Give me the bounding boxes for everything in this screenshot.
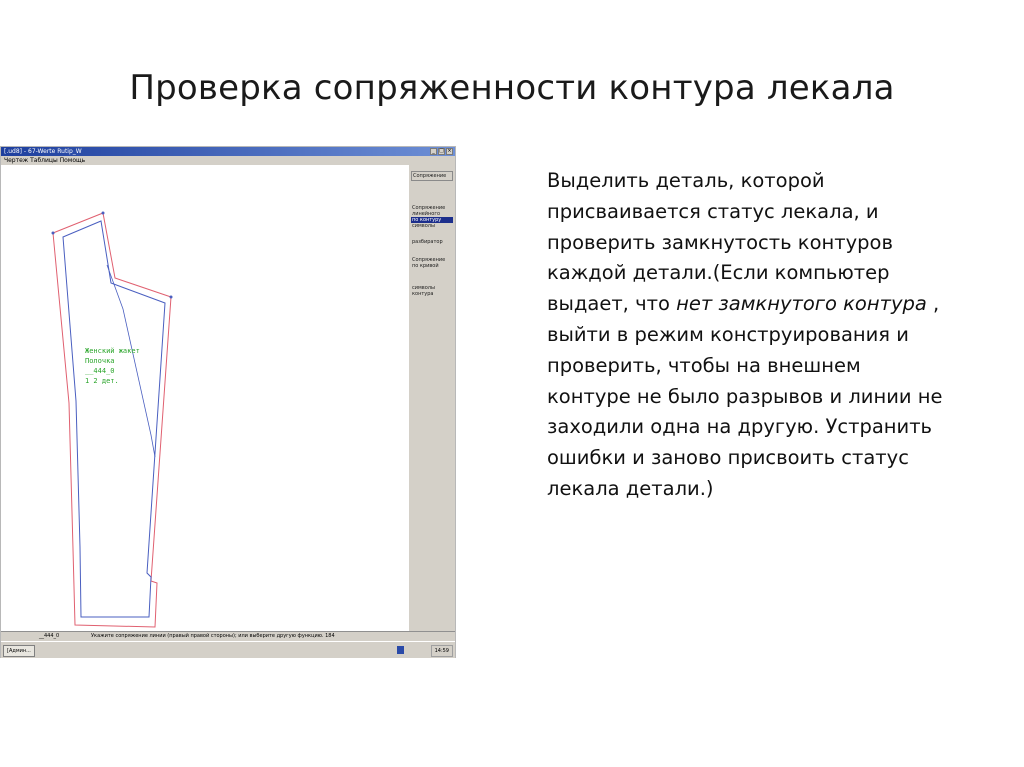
taskbar-item[interactable]: [Админ... — [3, 645, 35, 657]
status-message: Укажите сопряжение линии (правый правой … — [91, 633, 335, 639]
description-text: Выделить деталь, которой присваивается с… — [547, 166, 947, 505]
drawing-canvas[interactable]: Женский жакет Полочка __444_0 1 2 дет. — [1, 165, 410, 631]
minimize-icon[interactable]: _ — [430, 148, 437, 155]
description-emphasis: нет замкнутого контура — [676, 292, 927, 316]
piece-label-4: 1 2 дет. — [85, 377, 119, 385]
outer-contour — [52, 212, 172, 628]
status-code: __444_0 — [39, 633, 60, 639]
pattern-drawing: Женский жакет Полочка __444_0 1 2 дет. — [51, 211, 173, 628]
slide-title: Проверка сопряженности контура лекала — [129, 68, 895, 108]
cad-screenshot: [.ud8] - 67-Werte Rutip_W _ □ × Чертеж Т… — [0, 146, 456, 658]
statusbar: __444_0 Укажите сопряжение линии (правый… — [1, 631, 455, 641]
panel-group1-line4[interactable]: символы — [412, 223, 454, 229]
menubar[interactable]: Чертеж Таблицы Помощь — [1, 156, 455, 165]
piece-label-2: Полочка — [85, 357, 115, 365]
tray-app-icon[interactable] — [397, 646, 404, 654]
panel-group2[interactable]: разбиратор — [412, 239, 454, 245]
window-controls: _ □ × — [430, 148, 453, 155]
taskbar: [Админ... 14:59 — [1, 641, 455, 658]
taskbar-clock: 14:59 — [430, 645, 453, 657]
panel-group4-line2[interactable]: контура — [412, 291, 454, 297]
panel-group3-line2[interactable]: по кривой — [412, 263, 454, 269]
description-part-3: , выйти в режим конструирования и провер… — [547, 292, 943, 500]
window-titlebar: [.ud8] - 67-Werte Rutip_W _ □ × — [1, 147, 455, 156]
piece-label-3: __444_0 — [85, 367, 115, 375]
maximize-icon[interactable]: □ — [438, 148, 445, 155]
command-panel: Сопряжение Сопряжение линейного по конту… — [409, 165, 455, 631]
close-icon[interactable]: × — [446, 148, 453, 155]
contour-point — [169, 295, 173, 299]
contour-point — [101, 211, 105, 215]
contour-point — [51, 231, 55, 235]
panel-top-button[interactable]: Сопряжение — [411, 171, 453, 181]
inner-contour — [62, 220, 166, 618]
piece-label-1: Женский жакет — [85, 347, 140, 355]
window-title: [.ud8] - 67-Werte Rutip_W — [4, 148, 82, 155]
